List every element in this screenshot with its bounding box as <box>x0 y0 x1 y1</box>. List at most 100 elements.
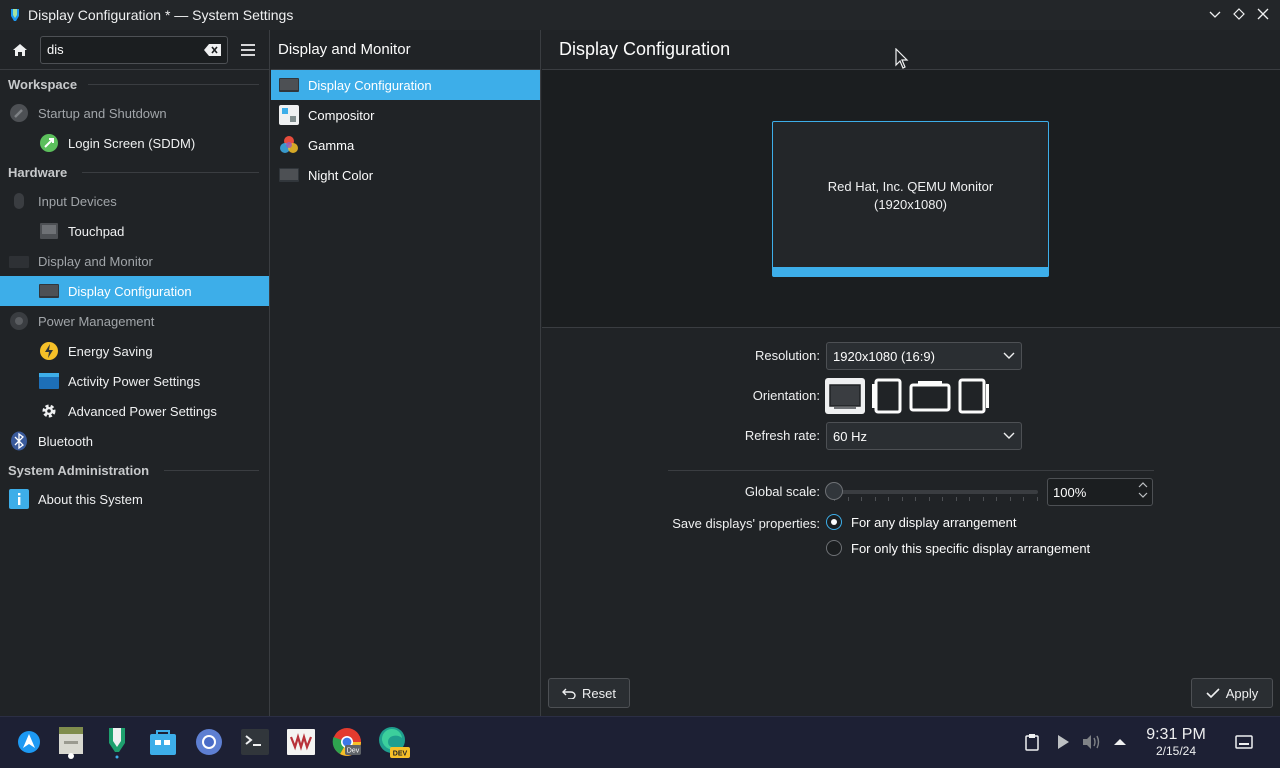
clear-search-icon[interactable] <box>204 43 222 57</box>
chevron-up-icon[interactable] <box>1138 481 1148 489</box>
sidebar-item-label: Login Screen (SDDM) <box>68 135 196 151</box>
chevron-up-icon <box>1114 739 1126 745</box>
subcategory-item-night-color[interactable]: Night Color <box>271 160 540 190</box>
taskbar-chromium[interactable] <box>192 725 226 759</box>
volume-icon <box>1083 735 1100 749</box>
save-option-specific-arrangement[interactable]: For only this specific display arrangeme… <box>826 540 1090 556</box>
subcategory-item-display-configuration[interactable]: Display Configuration <box>271 70 540 100</box>
sidebar-item-energy-saving[interactable]: Energy Saving <box>0 336 269 366</box>
taskbar-vivaldi-window[interactable] <box>284 725 318 759</box>
close-icon <box>1257 8 1269 20</box>
chevron-down-icon <box>1003 352 1015 359</box>
monitor-icon <box>278 75 300 95</box>
slider-ticks <box>834 497 1038 501</box>
info-icon <box>8 489 30 509</box>
refresh-rate-value: 60 Hz <box>833 428 867 444</box>
digital-clock[interactable]: 9:31 PM 2/15/24 <box>1138 726 1214 759</box>
global-scale-spinbox[interactable]: 100% <box>1047 478 1153 506</box>
global-scale-slider-track[interactable] <box>832 490 1038 494</box>
terminal-icon <box>241 729 269 755</box>
taskbar-discover[interactable] <box>146 725 180 759</box>
taskbar-edge-dev[interactable]: DEV <box>376 725 410 759</box>
chrome-dev-badge: Dev <box>347 748 360 755</box>
app-window-icon <box>287 729 315 755</box>
section-hardware: Hardware <box>0 158 269 186</box>
sidebar-item-display-monitor[interactable]: Display and Monitor <box>0 246 269 276</box>
minimize-button[interactable] <box>1206 5 1224 23</box>
hamburger-menu-button[interactable] <box>228 30 268 70</box>
search-field[interactable] <box>40 35 228 64</box>
sidebar-item-input-devices[interactable]: Input Devices <box>0 186 269 216</box>
refresh-rate-combobox[interactable]: 60 Hz <box>826 422 1022 450</box>
checkmark-icon <box>1206 688 1220 699</box>
apply-button[interactable]: Apply <box>1191 678 1273 708</box>
home-icon <box>13 43 27 56</box>
spin-arrows[interactable] <box>1138 481 1148 499</box>
sidebar-item-bluetooth[interactable]: Bluetooth <box>0 426 269 456</box>
subcategory-label: Night Color <box>308 167 374 183</box>
mouse-icon <box>8 191 30 211</box>
orientation-landscape-button[interactable] <box>825 378 865 414</box>
energy-icon <box>38 341 60 361</box>
sidebar-item-label: Input Devices <box>38 193 117 209</box>
monitor-icon <box>8 251 30 271</box>
sidebar-item-about-system[interactable]: About this System <box>0 484 269 514</box>
home-button[interactable] <box>0 30 40 70</box>
taskbar-file-manager[interactable] <box>54 725 88 759</box>
radio-button[interactable] <box>826 540 842 556</box>
clipboard-icon <box>1025 734 1039 751</box>
window-title: Display Configuration * — System Setting… <box>28 7 294 23</box>
login-icon <box>38 133 60 153</box>
discover-store-icon <box>150 730 176 755</box>
save-option-any-arrangement[interactable]: For any display arrangement <box>826 514 1016 530</box>
sidebar-item-login-screen[interactable]: Login Screen (SDDM) <box>0 128 269 158</box>
monitor-tile[interactable]: Red Hat, Inc. QEMU Monitor (1920x1080) <box>772 121 1049 277</box>
application-launcher-button[interactable] <box>12 725 46 759</box>
sidebar-item-display-configuration[interactable]: Display Configuration <box>0 276 269 306</box>
bluetooth-icon <box>8 431 30 451</box>
sidebar-item-activity-power[interactable]: Activity Power Settings <box>0 366 269 396</box>
edge-dev-icon: DEV <box>379 727 410 758</box>
subcategory-item-compositor[interactable]: Compositor <box>271 100 540 130</box>
sidebar-item-label: Startup and Shutdown <box>38 105 167 121</box>
orientation-portrait-button[interactable] <box>871 378 903 414</box>
maximize-button[interactable] <box>1230 5 1248 23</box>
subcategory-label: Display Configuration <box>308 77 432 93</box>
sidebar-item-power-management[interactable]: Power Management <box>0 306 269 336</box>
sidebar-item-label: Bluetooth <box>38 433 93 449</box>
close-button[interactable] <box>1254 5 1272 23</box>
show-desktop-button[interactable] <box>1234 732 1254 752</box>
form-divider <box>668 470 1154 471</box>
radio-button[interactable] <box>826 514 842 530</box>
sidebar-item-touchpad[interactable]: Touchpad <box>0 216 269 246</box>
sidebar-item-startup-shutdown[interactable]: Startup and Shutdown <box>0 98 269 128</box>
search-input[interactable] <box>47 42 197 57</box>
sidebar-item-label: Energy Saving <box>68 343 153 359</box>
taskbar-chrome-dev[interactable]: Dev <box>330 725 364 759</box>
tray-volume[interactable] <box>1082 732 1102 752</box>
reset-button[interactable]: Reset <box>548 678 630 708</box>
global-scale-slider-handle[interactable] <box>825 482 843 500</box>
tray-expand[interactable] <box>1110 732 1130 752</box>
subcategory-label: Compositor <box>308 107 375 123</box>
clock-date: 2/15/24 <box>1155 744 1197 758</box>
taskbar-terminal[interactable] <box>238 725 272 759</box>
tray-media-player[interactable] <box>1053 732 1073 752</box>
monitor-label: Red Hat, Inc. QEMU Monitor (1920x1080) <box>773 178 1048 214</box>
undo-icon <box>562 688 576 699</box>
chevron-down-icon[interactable] <box>1138 491 1148 499</box>
taskbar-system-settings[interactable] <box>100 725 134 759</box>
sidebar-item-advanced-power[interactable]: Advanced Power Settings <box>0 396 269 426</box>
orientation-upside-down-button[interactable] <box>909 378 951 414</box>
subcategory-item-gamma[interactable]: Gamma <box>271 130 540 160</box>
section-title: Workspace <box>8 76 78 92</box>
resolution-combobox[interactable]: 1920x1080 (16:9) <box>826 342 1022 370</box>
system-settings-icon <box>11 9 19 21</box>
global-scale-label: Global scale: <box>744 484 820 499</box>
orientation-portrait-flipped-button[interactable] <box>957 378 991 414</box>
play-icon <box>1058 735 1069 749</box>
tray-clipboard[interactable] <box>1022 732 1042 752</box>
activity-icon <box>38 371 60 391</box>
save-properties-label: Save displays' properties: <box>672 516 820 531</box>
monitor-icon <box>38 281 60 301</box>
